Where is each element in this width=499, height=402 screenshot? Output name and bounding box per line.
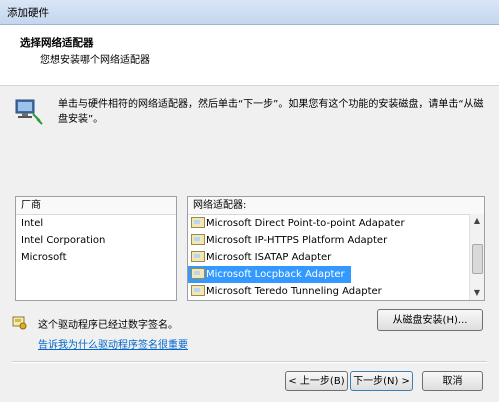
page-subtitle: 您想安装哪个网络适配器 [40,55,150,66]
adapter-label: Microsoft IP-HTTPS Platform Adapter [206,235,388,246]
wizard-header: 选择网络适配器 您想安装哪个网络适配器 [0,25,499,86]
scrollbar-thumb[interactable] [472,244,483,274]
next-button[interactable]: 下一步(N) > [350,371,413,391]
footer-divider [12,361,487,363]
vertical-scrollbar[interactable]: ▲ ▼ [469,214,484,300]
title-bar: 添加硬件 [0,0,499,25]
adapter-label: Microsoft Teredo Tunneling Adapter [206,286,382,297]
page-title: 选择网络适配器 [20,37,94,49]
adapter-item[interactable]: Microsoft ISATAP Adapter [188,249,484,266]
adapter-label: Microsoft Direct Point-to-point Adapater [206,218,405,229]
scroll-up-arrow-icon[interactable]: ▲ [470,214,484,228]
adapter-icon [191,234,205,245]
manufacturer-list[interactable]: 厂商 Intel Intel Corporation Microsoft [15,196,177,301]
adapter-header: 网络适配器: [188,197,484,215]
back-button[interactable]: < 上一步(B) [285,371,348,391]
manufacturer-item-intel[interactable]: Intel [16,215,176,232]
instructions-text: 单击与硬件相符的网络适配器，然后单击“下一步”。如果您有这个功能的安装磁盘，请单… [58,99,484,125]
adapter-icon [191,285,205,296]
window-title: 添加硬件 [7,7,49,19]
adapter-item[interactable]: Microsoft Direct Point-to-point Adapater [188,215,484,232]
adapter-label: Microsoft ISATAP Adapter [206,252,332,263]
adapter-item[interactable]: Microsoft Teredo Tunneling Adapter [188,283,484,300]
signature-status-text: 这个驱动程序已经过数字签名。 [38,320,178,331]
manufacturer-header: 厂商 [16,197,176,215]
adapter-icon [191,217,205,228]
adapter-icon [191,268,205,279]
network-adapter-icon [15,99,43,125]
signed-driver-icon [12,316,27,330]
adapter-list[interactable]: 网络适配器: Microsoft Direct Point-to-point A… [187,196,485,301]
adapter-item[interactable]: Microsoft IP-HTTPS Platform Adapter [188,232,484,249]
manufacturer-item-intel-corporation[interactable]: Intel Corporation [16,232,176,249]
cancel-button[interactable]: 取消 [422,371,483,391]
have-disk-button[interactable]: 从磁盘安装(H)... [377,309,483,331]
adapter-item-selected[interactable]: Microsoft Locpback Adapter [188,266,351,283]
scroll-down-arrow-icon[interactable]: ▼ [470,286,484,300]
driver-signing-info-link[interactable]: 告诉我为什么驱动程序签名很重要 [38,336,188,351]
adapter-icon [191,251,205,262]
manufacturer-item-microsoft[interactable]: Microsoft [16,249,176,266]
adapter-label: Microsoft Locpback Adapter [206,269,345,280]
